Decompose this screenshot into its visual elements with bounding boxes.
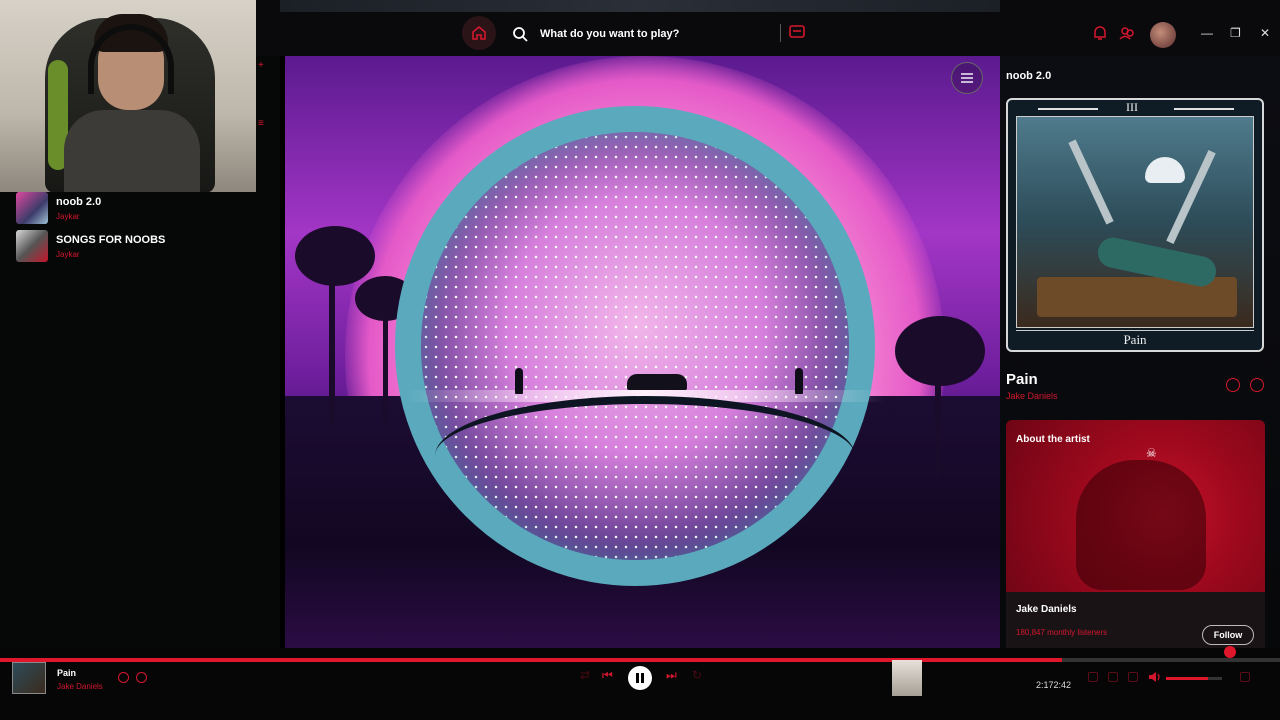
playlist-cover xyxy=(16,230,48,262)
volume-slider[interactable] xyxy=(1166,677,1222,680)
devices-icon[interactable] xyxy=(1128,672,1138,682)
progress-bar[interactable] xyxy=(0,658,1280,662)
skull-icon: ☠ xyxy=(1146,446,1157,460)
now-playing-title[interactable]: Pain xyxy=(57,668,76,678)
playlist-name: SONGS FOR NOOBS xyxy=(56,233,166,246)
friend-activity-icon[interactable] xyxy=(1118,22,1136,44)
notifications-icon[interactable] xyxy=(1092,22,1108,44)
figure-silhouette xyxy=(795,368,803,394)
minimize-icon[interactable]: — xyxy=(1201,26,1213,40)
volume-icon[interactable] xyxy=(1148,671,1162,683)
playlist-item[interactable]: noob 2.0 Jaykar xyxy=(16,192,101,224)
webcam-overlay xyxy=(0,0,256,192)
sidebar-plus-icon[interactable]: + xyxy=(258,60,264,71)
home-icon xyxy=(472,25,486,40)
song-artist[interactable]: Jake Daniels xyxy=(1006,391,1058,401)
search-icon xyxy=(513,27,528,42)
remove-icon[interactable] xyxy=(118,672,129,683)
palm-trunk xyxy=(935,356,941,476)
add-to-playlist-icon[interactable] xyxy=(1250,378,1264,392)
visualizer-menu-button[interactable] xyxy=(951,62,983,94)
playlist-item[interactable]: SONGS FOR NOOBS Jaykar xyxy=(16,230,165,262)
home-button[interactable] xyxy=(462,16,496,50)
close-icon[interactable]: ✕ xyxy=(1260,26,1270,40)
palm-trunk xyxy=(383,296,388,426)
video-strip xyxy=(280,0,1000,12)
dot-sphere-visualizer xyxy=(395,106,875,586)
browse-button[interactable] xyxy=(788,22,808,44)
panel-playlist-title: noob 2.0 xyxy=(1006,70,1052,82)
monthly-listeners: 180,847 monthly listeners xyxy=(1016,628,1108,637)
artist-silhouette xyxy=(1076,460,1206,590)
next-icon[interactable]: ⏭ xyxy=(666,668,677,683)
share-icon[interactable] xyxy=(1226,378,1240,392)
search-divider xyxy=(780,24,781,42)
about-label: About the artist xyxy=(1016,434,1090,445)
cover-artwork xyxy=(1016,116,1254,328)
figure-silhouette xyxy=(515,368,523,394)
artist-name[interactable]: Jake Daniels xyxy=(1016,604,1077,615)
lyrics-icon[interactable] xyxy=(1088,672,1098,682)
shuffle-icon[interactable]: ⇄ xyxy=(580,668,590,682)
add-icon[interactable] xyxy=(136,672,147,683)
search-input[interactable]: What do you want to play? xyxy=(540,28,679,40)
fullscreen-icon[interactable] xyxy=(1240,672,1250,682)
volume-fill xyxy=(1166,677,1208,680)
about-artist-card[interactable]: About the artist ☠ Jake Daniels 180,847 … xyxy=(1006,420,1265,648)
follow-button[interactable]: Follow xyxy=(1202,625,1254,645)
album-cover: III Pain xyxy=(1006,98,1264,352)
pause-button[interactable] xyxy=(628,666,652,690)
repeat-icon[interactable]: ↻ xyxy=(692,668,702,682)
playlist-owner: Jaykar xyxy=(56,249,80,259)
queue-icon[interactable] xyxy=(1108,672,1118,682)
sidebar-list-icon[interactable]: ≡ xyxy=(258,118,264,129)
time-elapsed: 2:172:42 xyxy=(1036,680,1072,690)
palm-tree xyxy=(295,226,375,286)
car-silhouette xyxy=(627,374,687,390)
cover-numeral: III xyxy=(1126,100,1138,114)
now-playing-artist[interactable]: Jake Daniels xyxy=(57,682,103,691)
maximize-icon[interactable]: ❐ xyxy=(1230,26,1241,40)
playlist-name: noob 2.0 xyxy=(56,195,102,208)
cover-banner: Pain xyxy=(1016,330,1254,348)
progress-handle[interactable] xyxy=(1224,646,1236,658)
menu-icon xyxy=(961,73,973,83)
palm-trunk xyxy=(329,256,335,426)
search-bar[interactable]: What do you want to play? xyxy=(500,18,820,50)
browse-icon xyxy=(789,25,805,38)
mini-video-thumbnail[interactable] xyxy=(892,660,922,696)
song-title[interactable]: Pain xyxy=(1006,371,1038,388)
visualizer-canvas xyxy=(285,56,1000,648)
playlist-owner: Jaykar xyxy=(56,211,80,221)
previous-icon[interactable]: ⏮ xyxy=(602,668,613,683)
pause-icon xyxy=(636,673,644,683)
now-playing-art[interactable] xyxy=(12,662,46,694)
user-avatar[interactable] xyxy=(1150,22,1176,48)
playlist-cover xyxy=(16,192,48,224)
cover-banner-text: Pain xyxy=(1123,331,1147,347)
